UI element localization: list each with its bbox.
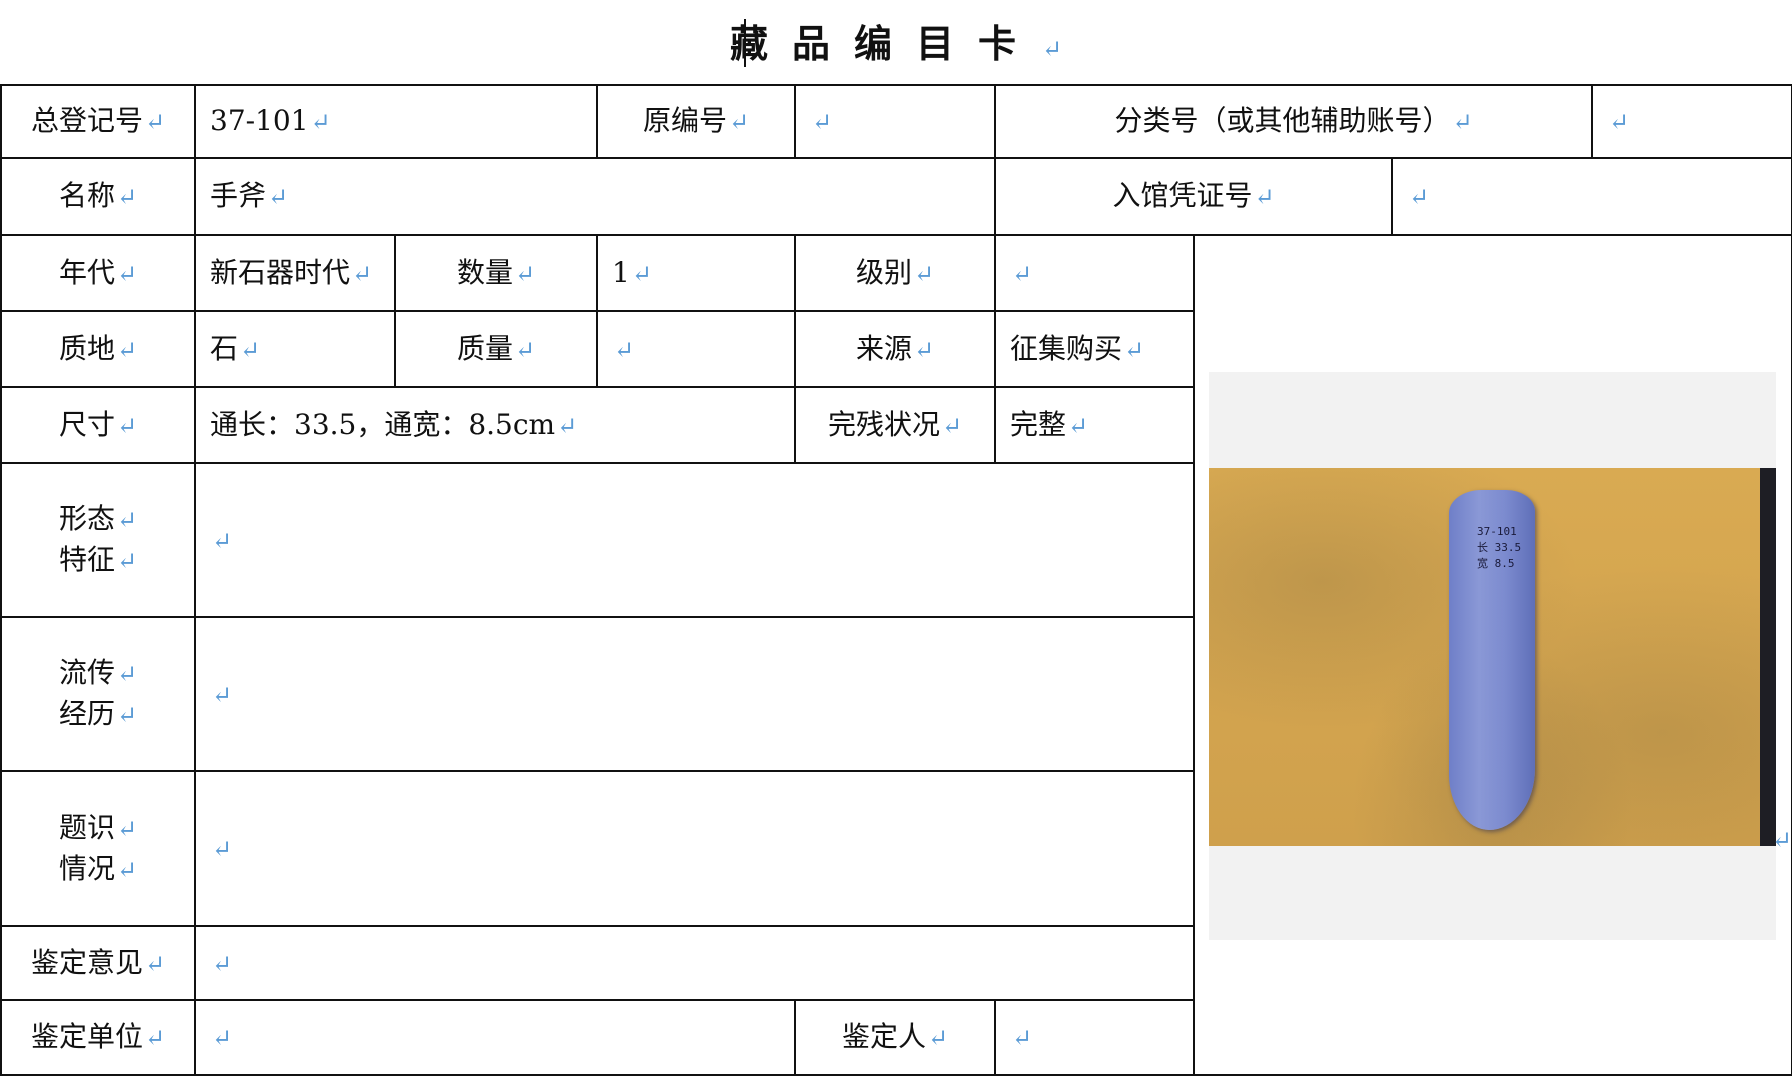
mass-label: 质量↵ bbox=[394, 310, 598, 388]
photo-frame: 37-101 长 33.5 宽 8.5 bbox=[1209, 372, 1776, 940]
photo-cell: 37-101 长 33.5 宽 8.5 bbox=[1193, 234, 1792, 1076]
row-era: 年代↵ 新石器时代↵ 数量↵ 1↵ 级别↵ ↵ 37-101 长 33.5 宽 … bbox=[0, 234, 1792, 1076]
material-label: 质地↵ bbox=[0, 310, 196, 388]
era-label: 年代↵ bbox=[0, 234, 196, 312]
paragraph-mark-icon: ↵ bbox=[1041, 35, 1063, 63]
quantity-value[interactable]: 1↵ bbox=[596, 234, 796, 312]
voucher-no-label: 入馆凭证号↵ bbox=[994, 157, 1393, 236]
provenance-value[interactable]: ↵ bbox=[194, 616, 1195, 772]
material-value[interactable]: 石↵ bbox=[194, 310, 396, 388]
condition-value[interactable]: 完整↵ bbox=[994, 386, 1195, 464]
class-no-value[interactable]: ↵ bbox=[1591, 84, 1792, 159]
inscription-label: 题识↵ 情况↵ bbox=[0, 770, 196, 927]
register-no-label: 总登记号↵ bbox=[0, 84, 196, 159]
appraiser-label: 鉴定人↵ bbox=[794, 999, 996, 1076]
appraisal-unit-label: 鉴定单位↵ bbox=[0, 999, 196, 1076]
voucher-no-value[interactable]: ↵ bbox=[1391, 157, 1792, 236]
register-no-value[interactable]: 37-101↵ bbox=[194, 84, 598, 159]
grade-value[interactable]: ↵ bbox=[994, 234, 1195, 312]
form-features-label: 形态↵ 特征↵ bbox=[0, 462, 196, 618]
name-label: 名称↵ bbox=[0, 157, 196, 236]
inscription-value[interactable]: ↵ bbox=[194, 770, 1195, 927]
catalog-card-table: 总登记号↵ 37-101↵ 原编号↵ ↵ 分类号（或其他辅助账号）↵ ↵ 名称↵… bbox=[0, 84, 1792, 1076]
form-features-value[interactable]: ↵ bbox=[194, 462, 1195, 618]
appraisal-opinion-label: 鉴定意见↵ bbox=[0, 925, 196, 1001]
provenance-label: 流传↵ 经历↵ bbox=[0, 616, 196, 772]
era-value[interactable]: 新石器时代↵ bbox=[194, 234, 396, 312]
size-value[interactable]: 通长：33.5，通宽：8.5cm↵ bbox=[194, 386, 796, 464]
appraiser-value[interactable]: ↵ bbox=[994, 999, 1195, 1076]
text-cursor bbox=[744, 19, 746, 67]
photo-ink-label: 37-101 长 33.5 宽 8.5 bbox=[1477, 525, 1522, 570]
condition-label: 完残状况↵ bbox=[794, 386, 996, 464]
mass-value[interactable]: ↵ bbox=[596, 310, 796, 388]
hand-axe-image: 37-101 长 33.5 宽 8.5 bbox=[1449, 490, 1535, 830]
row-name: 名称↵ 手斧↵ 入馆凭证号↵ ↵ bbox=[0, 157, 1792, 236]
grade-label: 级别↵ bbox=[794, 234, 996, 312]
class-no-label: 分类号（或其他辅助账号）↵ bbox=[994, 84, 1593, 159]
card-title: 藏品编目卡↵ bbox=[729, 19, 1063, 67]
original-no-label: 原编号↵ bbox=[596, 84, 796, 159]
paragraph-mark-icon: ↵ bbox=[1771, 826, 1792, 854]
source-value[interactable]: 征集购买↵ bbox=[994, 310, 1195, 388]
appraisal-opinion-value[interactable]: ↵ bbox=[194, 925, 1195, 1001]
name-value[interactable]: 手斧↵ bbox=[194, 157, 996, 236]
size-label: 尺寸↵ bbox=[0, 386, 196, 464]
original-no-value[interactable]: ↵ bbox=[794, 84, 996, 159]
appraisal-unit-value[interactable]: ↵ bbox=[194, 999, 796, 1076]
artifact-photo: 37-101 长 33.5 宽 8.5 bbox=[1209, 468, 1776, 846]
row-register: 总登记号↵ 37-101↵ 原编号↵ ↵ 分类号（或其他辅助账号）↵ ↵ bbox=[0, 84, 1792, 159]
source-label: 来源↵ bbox=[794, 310, 996, 388]
quantity-label: 数量↵ bbox=[394, 234, 598, 312]
photo-dark-edge bbox=[1760, 468, 1776, 846]
